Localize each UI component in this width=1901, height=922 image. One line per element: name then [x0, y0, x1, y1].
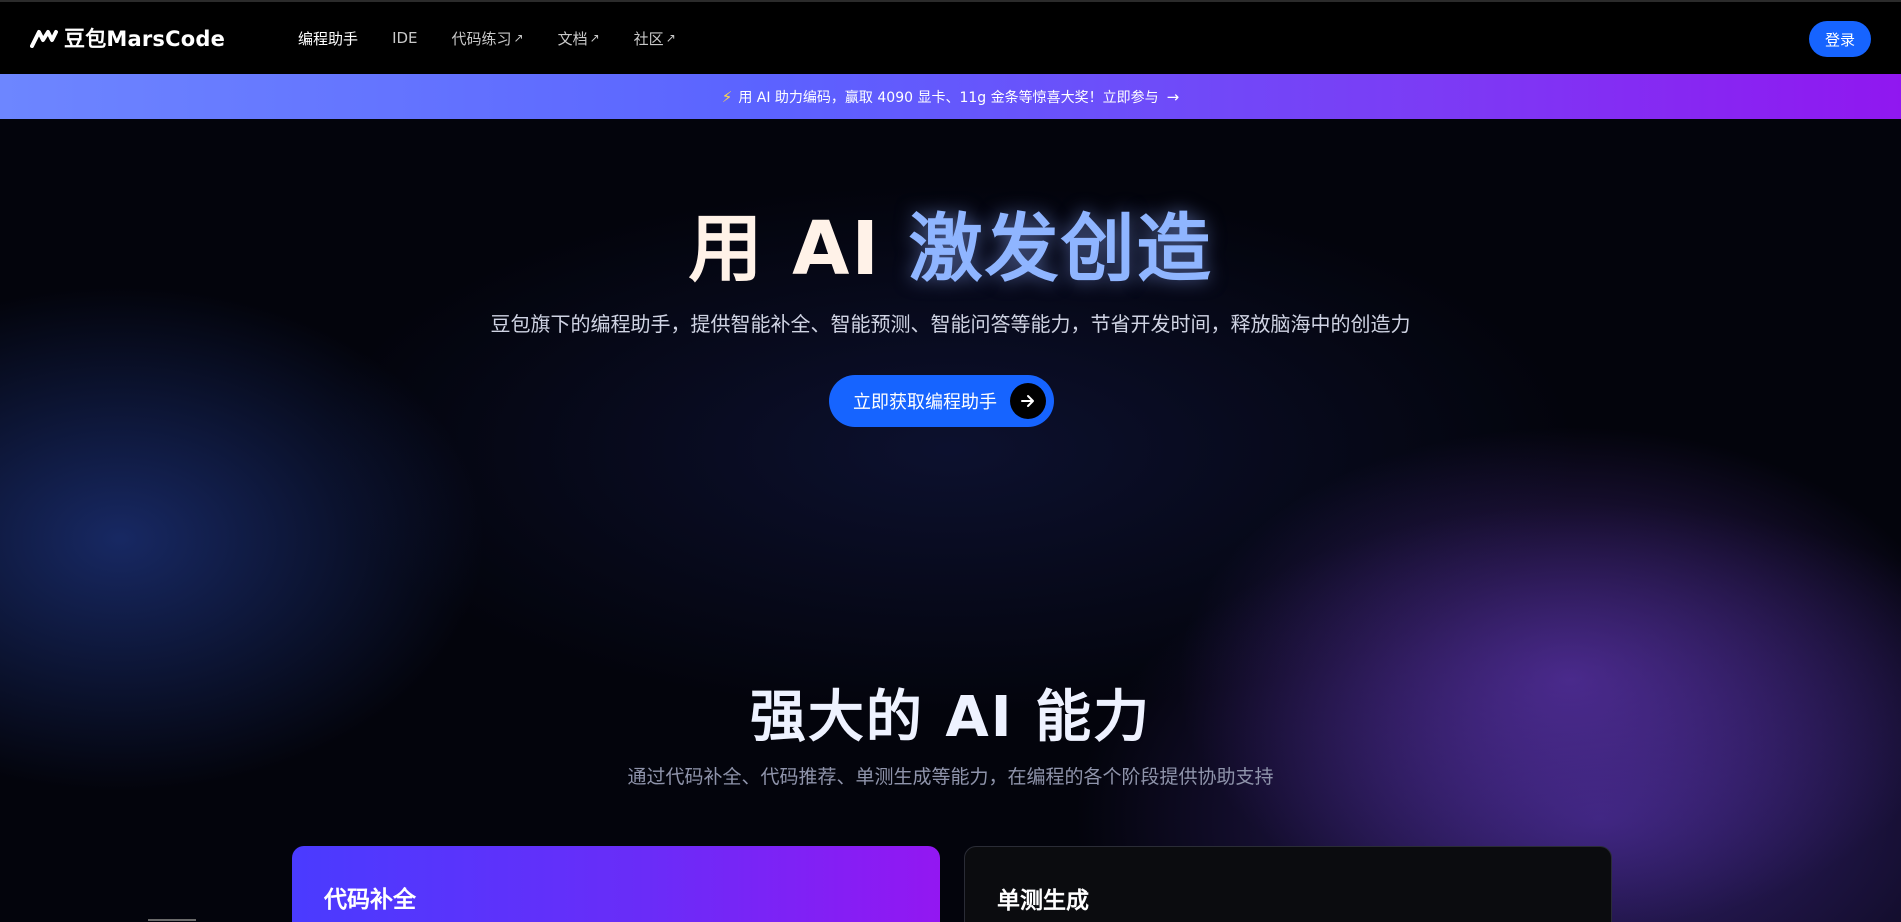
feature-card-title: 单测生成 [997, 888, 1089, 914]
get-assistant-button[interactable]: 立即获取编程助手 [829, 375, 1054, 427]
page: 豆包MarsCode 编程助手 IDE 代码练习 ↗ 文档 ↗ 社区 ↗ 登录 [0, 0, 1901, 922]
feature-card-code-completion[interactable]: 代码补全 [292, 846, 940, 922]
logo-text: 豆包MarsCode [64, 27, 226, 51]
nav-item-coding-assistant[interactable]: 编程助手 [281, 28, 375, 49]
cta-label: 立即获取编程助手 [853, 392, 997, 413]
nav-item-label: IDE [392, 29, 418, 47]
features-subtitle: 通过代码补全、代码推荐、单测生成等能力，在编程的各个阶段提供协助支持 [627, 766, 1274, 788]
nav-item-label: 文档 [557, 29, 588, 48]
nav-item-label: 社区 [633, 29, 664, 48]
external-link-icon: ↗ [589, 31, 600, 45]
features-title: 强大的 AI 能力 [749, 685, 1152, 750]
promo-banner[interactable]: ⚡ 用 AI 助力编码，赢取 4090 显卡、11g 金条等惊喜大奖！立即参与 … [0, 74, 1901, 119]
top-navbar: 豆包MarsCode 编程助手 IDE 代码练习 ↗ 文档 ↗ 社区 ↗ 登录 [0, 0, 1901, 74]
hero-subtitle: 豆包旗下的编程助手，提供智能补全、智能预测、智能问答等能力，节省开发时间，释放脑… [490, 312, 1411, 336]
login-button[interactable]: 登录 [1809, 21, 1871, 57]
nav-item-label: 代码练习 [451, 29, 512, 48]
nav-item-ide[interactable]: IDE [375, 29, 434, 47]
nav-item-community[interactable]: 社区 ↗ [617, 28, 693, 49]
lightning-icon: ⚡ [721, 87, 733, 106]
external-link-icon: ↗ [513, 31, 524, 45]
marscode-logo-icon [30, 27, 60, 49]
scroll-indicator [148, 919, 196, 921]
nav-menu: 编程助手 IDE 代码练习 ↗ 文档 ↗ 社区 ↗ [281, 28, 693, 49]
nav-item-label: 编程助手 [298, 29, 359, 48]
feature-card-unit-test[interactable]: 单测生成 [964, 846, 1612, 922]
hero-title-highlight: 激发创造 [908, 206, 1213, 292]
arrow-right-icon [1010, 383, 1046, 419]
external-link-icon: ↗ [665, 31, 676, 45]
logo[interactable]: 豆包MarsCode [30, 23, 225, 53]
nav-item-code-practice[interactable]: 代码练习 ↗ [435, 28, 541, 49]
feature-card-title: 代码补全 [324, 887, 416, 913]
nav-item-docs[interactable]: 文档 ↗ [541, 28, 617, 49]
promo-banner-text: 用 AI 助力编码，赢取 4090 显卡、11g 金条等惊喜大奖！立即参与 [738, 89, 1159, 106]
arrow-right-icon: → [1166, 87, 1180, 106]
hero-title-part1: 用 AI [688, 206, 909, 292]
hero-title: 用 AI 激发创造 [0, 203, 1901, 295]
